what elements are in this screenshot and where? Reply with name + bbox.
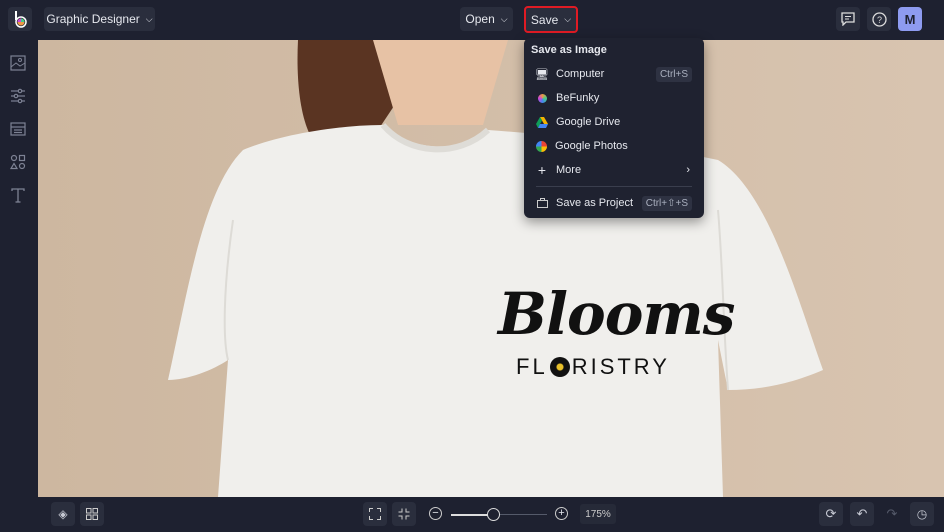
chevron-down-icon: ⌵ [564, 14, 572, 24]
sidebar [0, 40, 38, 497]
graphics-icon[interactable] [9, 153, 27, 171]
grid-button[interactable] [80, 502, 104, 526]
chevron-right-icon: › [686, 164, 690, 176]
save-menu: Save as Image 🖥 Computer Ctrl+S BeFunky Go… [524, 38, 704, 218]
zoom-in-icon[interactable]: + [555, 507, 568, 520]
menu-divider [536, 186, 692, 187]
help-button[interactable]: ? [867, 7, 891, 31]
zoom-out-icon[interactable]: − [429, 507, 442, 520]
save-label: Save [530, 12, 559, 27]
history-button[interactable]: ◷ [910, 502, 934, 526]
floristry-logo-text[interactable]: FL RISTRY [516, 354, 670, 380]
save-button[interactable]: Save ⌵ [524, 6, 578, 33]
befunky-logo[interactable] [8, 7, 32, 31]
monitor-icon: 🖥 [535, 68, 549, 81]
comments-button[interactable] [836, 7, 860, 31]
flower-icon [549, 357, 570, 377]
briefcase-icon [536, 197, 548, 209]
compress-icon [398, 508, 410, 520]
image-canvas[interactable]: Blooms FL RISTRY [38, 40, 944, 497]
save-to-computer[interactable]: 🖥 Computer Ctrl+S [524, 62, 704, 86]
avatar-initial: M [904, 11, 916, 27]
menu-label: BeFunky [556, 92, 600, 104]
layers-icon: ◈ [58, 507, 68, 521]
save-to-befunky[interactable]: BeFunky [524, 86, 704, 110]
open-label: Open [465, 12, 495, 26]
chevron-down-icon: ⌵ [145, 13, 153, 24]
befunky-icon [536, 92, 548, 104]
menu-label: Google Photos [555, 140, 628, 152]
workspace-dropdown[interactable]: Graphic Designer ⌵ [44, 7, 155, 31]
save-to-google-drive[interactable]: Google Drive [524, 110, 704, 134]
menu-label: Computer [556, 68, 605, 80]
menu-label: Google Drive [556, 116, 621, 128]
chevron-down-icon: ⌵ [500, 13, 508, 24]
grid-icon [86, 508, 98, 520]
shortcut-badge: Ctrl+⇧+S [641, 195, 692, 211]
blooms-logo-text[interactable]: Blooms [498, 280, 735, 348]
google-photos-icon [536, 140, 547, 152]
menu-label: More [556, 164, 582, 176]
undo-button[interactable]: ↶ [850, 502, 874, 526]
svg-text:?: ? [876, 15, 881, 25]
save-more[interactable]: + More › [524, 158, 704, 182]
open-button[interactable]: Open ⌵ [460, 7, 513, 31]
workspace-label: Graphic Designer [46, 12, 140, 26]
redo-icon: ↷ [886, 506, 898, 521]
avatar[interactable]: M [898, 7, 922, 31]
redo-button[interactable]: ↷ [880, 502, 904, 526]
zoom-slider[interactable] [451, 508, 547, 521]
save-menu-heading: Save as Image [531, 44, 607, 56]
adjust-sliders-icon[interactable] [9, 87, 27, 105]
floristry-part-a: FL [516, 354, 548, 379]
text-icon[interactable] [9, 186, 27, 204]
bottom-toolbar: ◈ − + 175% ⟳ ↶ ↷ ◷ [0, 497, 944, 532]
plus-icon: + [537, 162, 547, 178]
google-drive-icon [536, 116, 548, 128]
zoom-level-input[interactable]: 175% [580, 504, 616, 524]
refresh-icon: ⟳ [825, 506, 837, 521]
comment-icon [841, 12, 855, 26]
refresh-button[interactable]: ⟳ [819, 502, 843, 526]
zoom-slider-thumb[interactable] [487, 508, 500, 521]
expand-icon [369, 508, 381, 520]
fit-screen-button[interactable] [363, 502, 387, 526]
help-icon: ? [871, 11, 887, 27]
menu-label: Save as Project [556, 197, 634, 209]
floristry-part-b: RISTRY [571, 354, 670, 379]
save-to-google-photos[interactable]: Google Photos [524, 134, 704, 158]
top-bar: Graphic Designer ⌵ Open ⌵ Save ⌵ ? M [0, 0, 944, 40]
actual-size-button[interactable] [392, 502, 416, 526]
tshirt-photo [38, 40, 944, 497]
shortcut-badge: Ctrl+S [655, 66, 692, 82]
undo-icon: ↶ [856, 506, 868, 521]
layers-button[interactable]: ◈ [51, 502, 75, 526]
save-as-project[interactable]: Save as Project Ctrl+⇧+S [524, 191, 704, 215]
image-icon[interactable] [9, 54, 27, 72]
frames-icon[interactable] [9, 120, 27, 138]
history-icon: ◷ [916, 507, 928, 521]
